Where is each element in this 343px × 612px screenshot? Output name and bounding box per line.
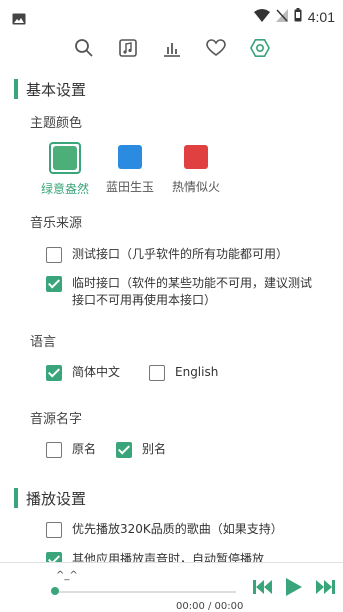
chart-icon[interactable] — [162, 38, 182, 58]
player-song-title: ^_^ — [56, 570, 78, 581]
music-source-label: 音乐来源 — [30, 216, 83, 231]
mini-player: ^_^ 00:00 / 00:00 — [0, 562, 343, 612]
source-test-api-option[interactable]: 测试接口（几乎软件的所有功能都可用） — [46, 246, 316, 263]
language-label: 语言 — [30, 335, 57, 350]
checkbox[interactable] — [149, 365, 165, 381]
option-label: 简体中文 — [72, 365, 121, 379]
section-title: 播放设置 — [26, 489, 87, 508]
option-label: 别名 — [142, 442, 167, 456]
checkbox[interactable] — [46, 276, 62, 292]
theme-swatch-frame — [181, 142, 211, 172]
heart-icon[interactable] — [205, 38, 226, 58]
section-accent-bar — [14, 79, 18, 99]
image-notification-icon — [12, 10, 26, 29]
checkbox[interactable] — [46, 247, 62, 263]
wifi-icon — [253, 7, 270, 26]
prefer-320k-option[interactable]: 优先播放320K品质的歌曲（如果支持） — [46, 521, 283, 538]
theme-label: 绿意盎然 — [40, 182, 89, 196]
theme-label: 热情似火 — [171, 180, 220, 194]
theme-option-blue[interactable]: 蓝田生玉 — [100, 142, 160, 195]
theme-option-red[interactable]: 热情似火 — [166, 142, 226, 195]
checkbox[interactable] — [116, 442, 132, 458]
theme-option-green[interactable]: 绿意盎然 — [35, 142, 95, 197]
theme-color-label: 主题颜色 — [30, 116, 83, 131]
theme-swatch-frame — [115, 142, 145, 172]
theme-swatch — [118, 145, 142, 169]
source-temp-api-option[interactable]: 临时接口（软件的某些功能不可用，建议测试接口不可用再使用本接口） — [46, 275, 316, 309]
progress-handle[interactable] — [51, 587, 59, 595]
option-label: English — [175, 365, 219, 379]
previous-icon[interactable] — [253, 579, 273, 599]
next-icon[interactable] — [315, 579, 335, 599]
settings-icon[interactable] — [249, 38, 270, 58]
option-label: 测试接口（几乎软件的所有功能都可用） — [72, 247, 289, 261]
option-label: 临时接口（软件的某些功能不可用，建议测试接口不可用再使用本接口） — [72, 276, 313, 307]
progress-bar[interactable] — [56, 591, 236, 593]
section-play-settings: 播放设置 — [14, 488, 86, 508]
section-accent-bar — [14, 488, 18, 508]
play-icon[interactable] — [285, 577, 303, 601]
clock: 4:01 — [307, 8, 335, 25]
language-zh-option[interactable]: 简体中文 — [46, 364, 120, 381]
section-basic-settings: 基本设置 — [14, 79, 86, 99]
section-title: 基本设置 — [26, 80, 87, 99]
top-toolbar — [0, 34, 343, 62]
checkbox[interactable] — [46, 442, 62, 458]
option-label: 原名 — [72, 442, 97, 456]
music-file-icon[interactable] — [118, 38, 138, 58]
battery-icon — [294, 7, 302, 26]
source-name-label: 音源名字 — [30, 412, 83, 427]
language-en-option[interactable]: English — [149, 364, 218, 381]
theme-swatch — [184, 145, 208, 169]
checkbox[interactable] — [46, 365, 62, 381]
signal-icon — [275, 7, 288, 26]
status-bar: 4:01 — [0, 0, 343, 34]
source-alias-option[interactable]: 别名 — [116, 441, 166, 458]
checkbox[interactable] — [46, 522, 62, 538]
option-label: 优先播放320K品质的歌曲（如果支持） — [72, 522, 283, 536]
theme-swatch — [53, 146, 77, 170]
theme-swatch-frame — [49, 142, 81, 174]
player-time: 00:00 / 00:00 — [176, 601, 244, 612]
source-original-name-option[interactable]: 原名 — [46, 441, 96, 458]
theme-label: 蓝田生玉 — [105, 180, 154, 194]
search-icon[interactable] — [74, 38, 94, 58]
